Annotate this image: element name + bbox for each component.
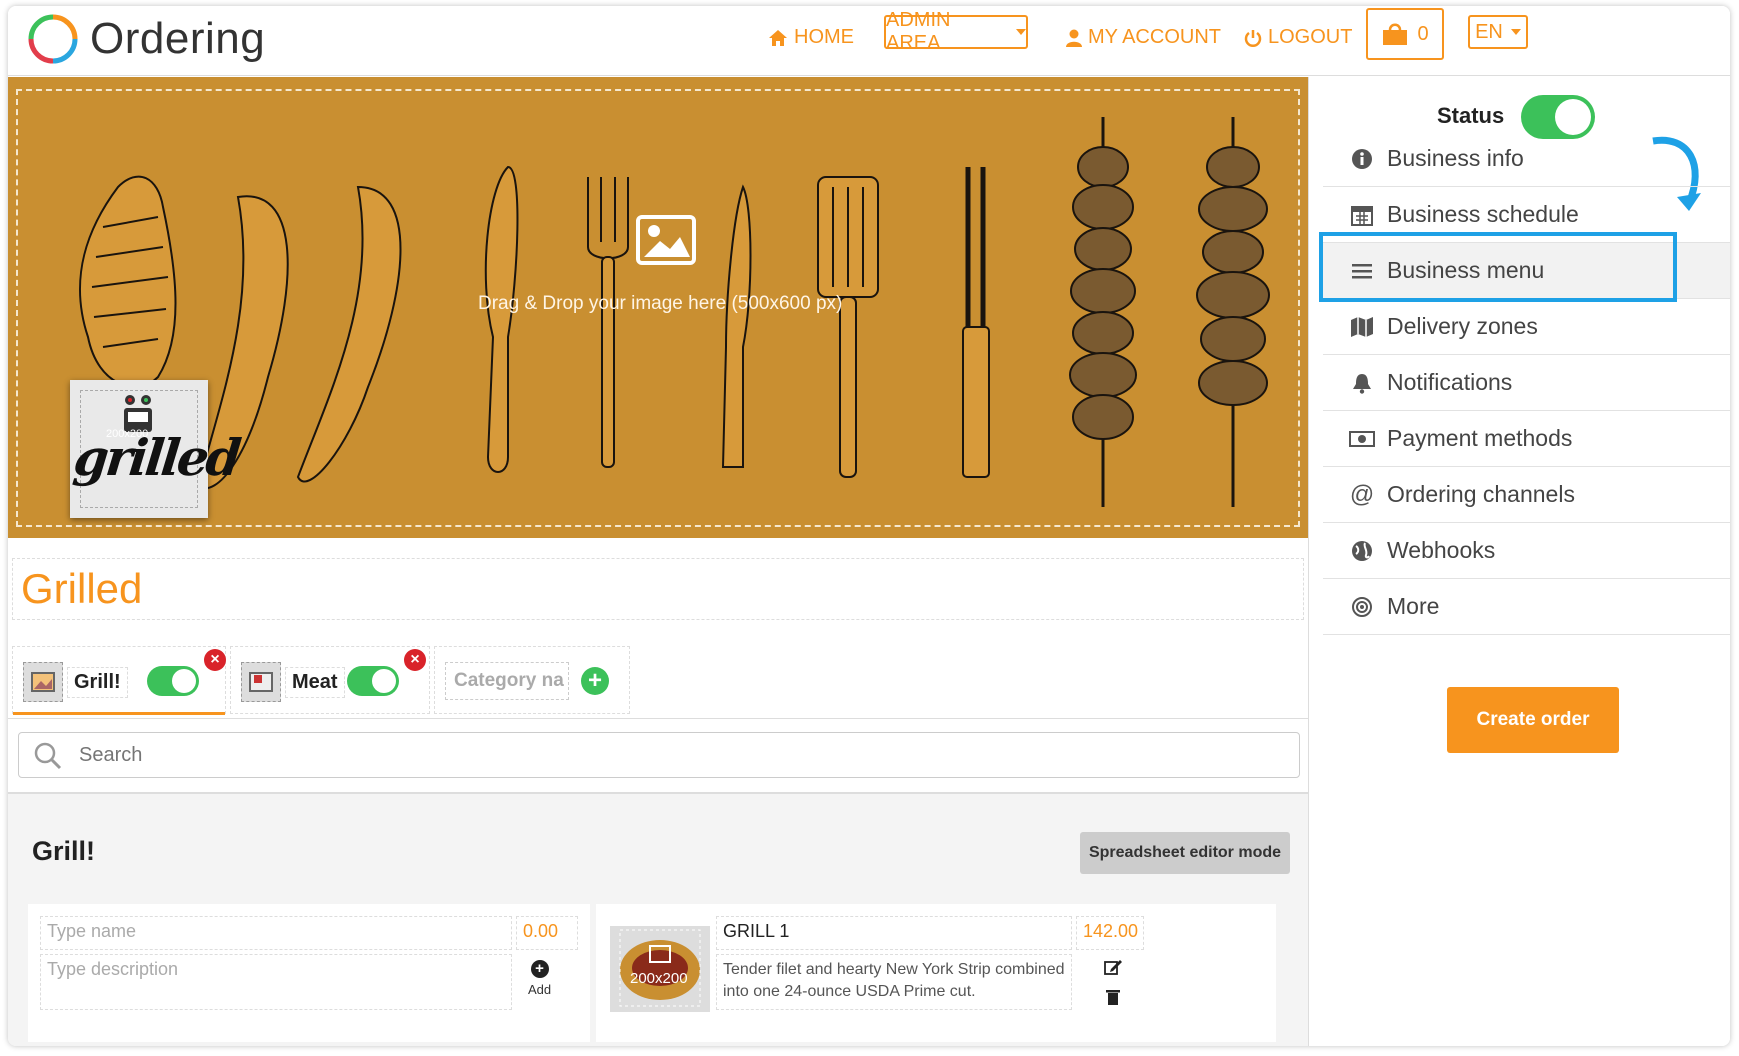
sidebar-item-label: More [1387, 593, 1440, 619]
category-name[interactable]: Meat [285, 667, 345, 698]
category-toggle[interactable] [147, 666, 199, 696]
active-tab-indicator [13, 712, 225, 715]
cart-count: 0 [1417, 22, 1429, 45]
product-name[interactable]: GRILL 1 [716, 916, 1072, 950]
new-product-card: Type name 0.00 Type description + Add [28, 904, 590, 1042]
money-icon [1349, 426, 1375, 452]
product-card: 200x200 GRILL 1 142.00 Tender filet and … [596, 904, 1276, 1042]
remove-category-icon[interactable]: × [404, 649, 426, 671]
nav-my-account-label: MY ACCOUNT [1088, 26, 1221, 48]
logo-wordmark: grilled [70, 428, 242, 487]
product-image-size: 200x200 [630, 970, 688, 987]
sidebar-item-label: Webhooks [1387, 537, 1496, 563]
home-icon [769, 29, 787, 46]
product-description-input[interactable]: Type description [40, 954, 512, 1010]
business-logo-dropzone[interactable]: 200x200 grilled [70, 380, 241, 518]
new-category-input[interactable]: Category na [445, 662, 569, 700]
language-label: EN [1475, 20, 1503, 43]
nav-my-account[interactable]: MY ACCOUNT [1066, 26, 1221, 49]
target-icon [1349, 594, 1375, 620]
spreadsheet-editor-button[interactable]: Spreadsheet editor mode [1080, 832, 1290, 874]
create-order-button[interactable]: Create order [1447, 687, 1619, 753]
category-tab-meat[interactable]: Meat × [230, 646, 430, 714]
sidebar-item-more[interactable]: More [1323, 579, 1730, 635]
new-category: Category na + [434, 646, 630, 714]
nav-home[interactable]: HOME [768, 26, 854, 49]
nav-home-label: HOME [794, 26, 854, 48]
product-thumbnail [619, 929, 701, 1007]
product-image[interactable]: 200x200 [610, 926, 710, 1012]
highlight-callout [1319, 232, 1677, 302]
sidebar-item-label: Business schedule [1387, 201, 1579, 227]
search-input[interactable] [79, 733, 1279, 777]
sidebar-item-label: Notifications [1387, 369, 1513, 395]
header-image-dropzone[interactable]: Drag & Drop your image here (500x600 px)… [8, 77, 1308, 538]
status-label: Status [1437, 103, 1505, 128]
product-description[interactable]: Tender filet and hearty New York Strip c… [716, 954, 1072, 1010]
category-tab-grill[interactable]: Grill! × [12, 646, 226, 715]
category-section-title: Grill! [32, 836, 96, 866]
remove-category-icon[interactable]: × [204, 649, 226, 671]
sidebar-item-ordering-channels[interactable]: @ Ordering channels [1323, 467, 1730, 523]
business-sidebar: Status Business info Business schedule B… [1308, 77, 1730, 1046]
sidebar-item-payment-methods[interactable]: Payment methods [1323, 411, 1730, 467]
at-icon: @ [1349, 480, 1375, 508]
map-icon [1349, 314, 1375, 340]
chevron-down-icon [1016, 29, 1026, 35]
admin-area-dropdown[interactable]: ADMIN AREA [884, 9, 1028, 54]
globe-icon [1349, 538, 1375, 564]
search-icon [34, 742, 62, 770]
dropzone-instructions: Drag & Drop your image here (500x600 px) [478, 293, 843, 314]
ordering-logo-icon [28, 14, 78, 64]
trash-icon[interactable] [1105, 988, 1121, 1006]
language-dropdown[interactable]: EN [1468, 15, 1528, 49]
sidebar-item-label: Delivery zones [1387, 313, 1538, 339]
nav-logout-label: LOGOUT [1268, 26, 1353, 48]
image-icon [636, 215, 696, 265]
category-name[interactable]: Grill! [67, 667, 128, 698]
product-name-input[interactable]: Type name [40, 916, 512, 950]
app-window: Ordering HOME ADMIN AREA MY ACCOUNT LOGO… [8, 6, 1730, 1046]
app-logo[interactable]: Ordering [26, 12, 265, 66]
sidebar-item-business-info[interactable]: Business info [1323, 131, 1730, 187]
cart-button[interactable]: 0 [1366, 8, 1444, 60]
power-icon [1244, 29, 1262, 47]
sidebar-item-label: Business info [1387, 145, 1524, 171]
product-price[interactable]: 142.00 [1076, 916, 1144, 950]
sidebar-item-label: Ordering channels [1387, 481, 1575, 507]
search-bar[interactable] [18, 732, 1300, 778]
chevron-down-icon [1510, 29, 1521, 35]
business-name-field[interactable]: Grilled [12, 558, 1304, 620]
category-toggle[interactable] [347, 666, 399, 696]
calendar-icon [1349, 202, 1375, 228]
add-product-label: Add [528, 982, 552, 997]
image-icon [249, 672, 273, 692]
edit-icon[interactable] [1103, 958, 1123, 976]
divider [8, 718, 1308, 719]
shopping-bag-icon [1383, 23, 1408, 45]
top-navbar: Ordering HOME ADMIN AREA MY ACCOUNT LOGO… [8, 6, 1730, 76]
plus-circle-icon: + [530, 960, 549, 978]
product-price-input[interactable]: 0.00 [516, 916, 578, 950]
user-icon [1066, 29, 1082, 47]
nav-logout[interactable]: LOGOUT [1244, 26, 1352, 49]
sidebar-item-label: Payment methods [1387, 425, 1573, 451]
app-title: Ordering [90, 14, 266, 63]
image-icon [31, 672, 55, 692]
category-image[interactable] [23, 662, 63, 702]
products-section: Grill! Spreadsheet editor mode Type name… [8, 794, 1308, 1046]
add-product-button[interactable]: + Add [528, 960, 551, 997]
bell-icon [1349, 370, 1375, 396]
category-image[interactable] [241, 662, 281, 702]
admin-area-label: ADMIN AREA [886, 9, 951, 54]
info-icon [1349, 146, 1375, 172]
sidebar-item-notifications[interactable]: Notifications [1323, 355, 1730, 411]
sidebar-item-delivery-zones[interactable]: Delivery zones [1323, 299, 1730, 355]
add-category-icon[interactable]: + [581, 667, 609, 695]
sidebar-item-webhooks[interactable]: Webhooks [1323, 523, 1730, 579]
